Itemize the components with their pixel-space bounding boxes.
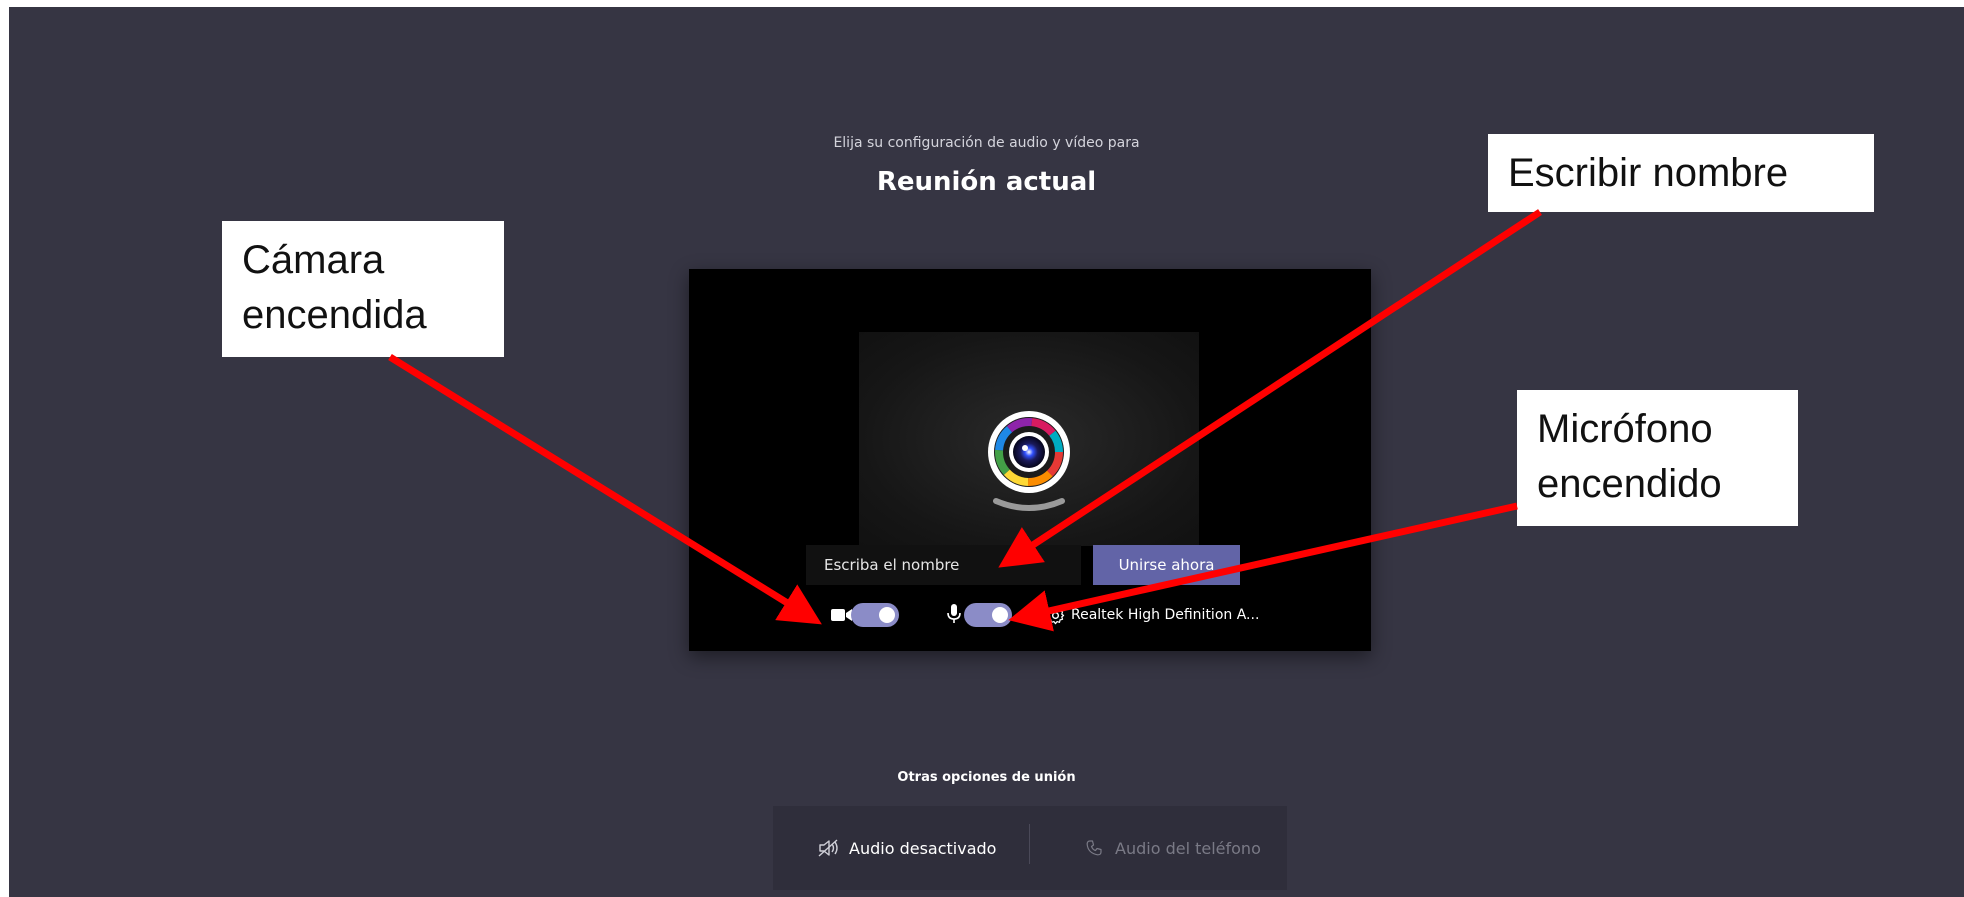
callout-microphone: Micrófono encendido — [1517, 390, 1798, 526]
callout-camera: Cámara encendida — [222, 221, 504, 357]
callout-mic-line2: encendido — [1537, 462, 1722, 506]
microphone-toggle[interactable] — [964, 603, 1012, 627]
camera-icon — [831, 609, 852, 621]
gear-icon[interactable] — [1046, 606, 1065, 625]
phone-icon — [1086, 840, 1102, 856]
callout-name-text: Escribir nombre — [1508, 151, 1789, 195]
name-input[interactable] — [806, 545, 1081, 585]
camera-toggle[interactable] — [851, 603, 899, 627]
join-now-button[interactable]: Unirse ahora — [1093, 545, 1240, 585]
video-area — [859, 332, 1199, 546]
callout-camera-line2: encendida — [242, 293, 427, 337]
audio-device-label[interactable]: Realtek High Definition A... — [1071, 607, 1259, 623]
options-divider — [1029, 824, 1030, 864]
microphone-toggle-knob — [992, 607, 1008, 623]
phone-audio-option[interactable]: Audio del teléfono — [1115, 839, 1261, 858]
callout-camera-line1: Cámara — [242, 238, 385, 282]
other-join-options-label: Otras opciones de unión — [897, 770, 1076, 785]
speaker-off-icon — [818, 839, 838, 857]
webcam-icon — [988, 411, 1070, 511]
other-join-options: Audio desactivado Audio del teléfono — [773, 806, 1287, 890]
callout-mic-line1: Micrófono — [1537, 407, 1713, 451]
callout-name: Escribir nombre — [1488, 134, 1874, 212]
video-preview-panel: Unirse ahora Realtek High Definition A..… — [689, 269, 1371, 651]
audio-off-option[interactable]: Audio desactivado — [849, 839, 996, 858]
camera-toggle-knob — [879, 607, 895, 623]
microphone-icon — [947, 604, 961, 623]
